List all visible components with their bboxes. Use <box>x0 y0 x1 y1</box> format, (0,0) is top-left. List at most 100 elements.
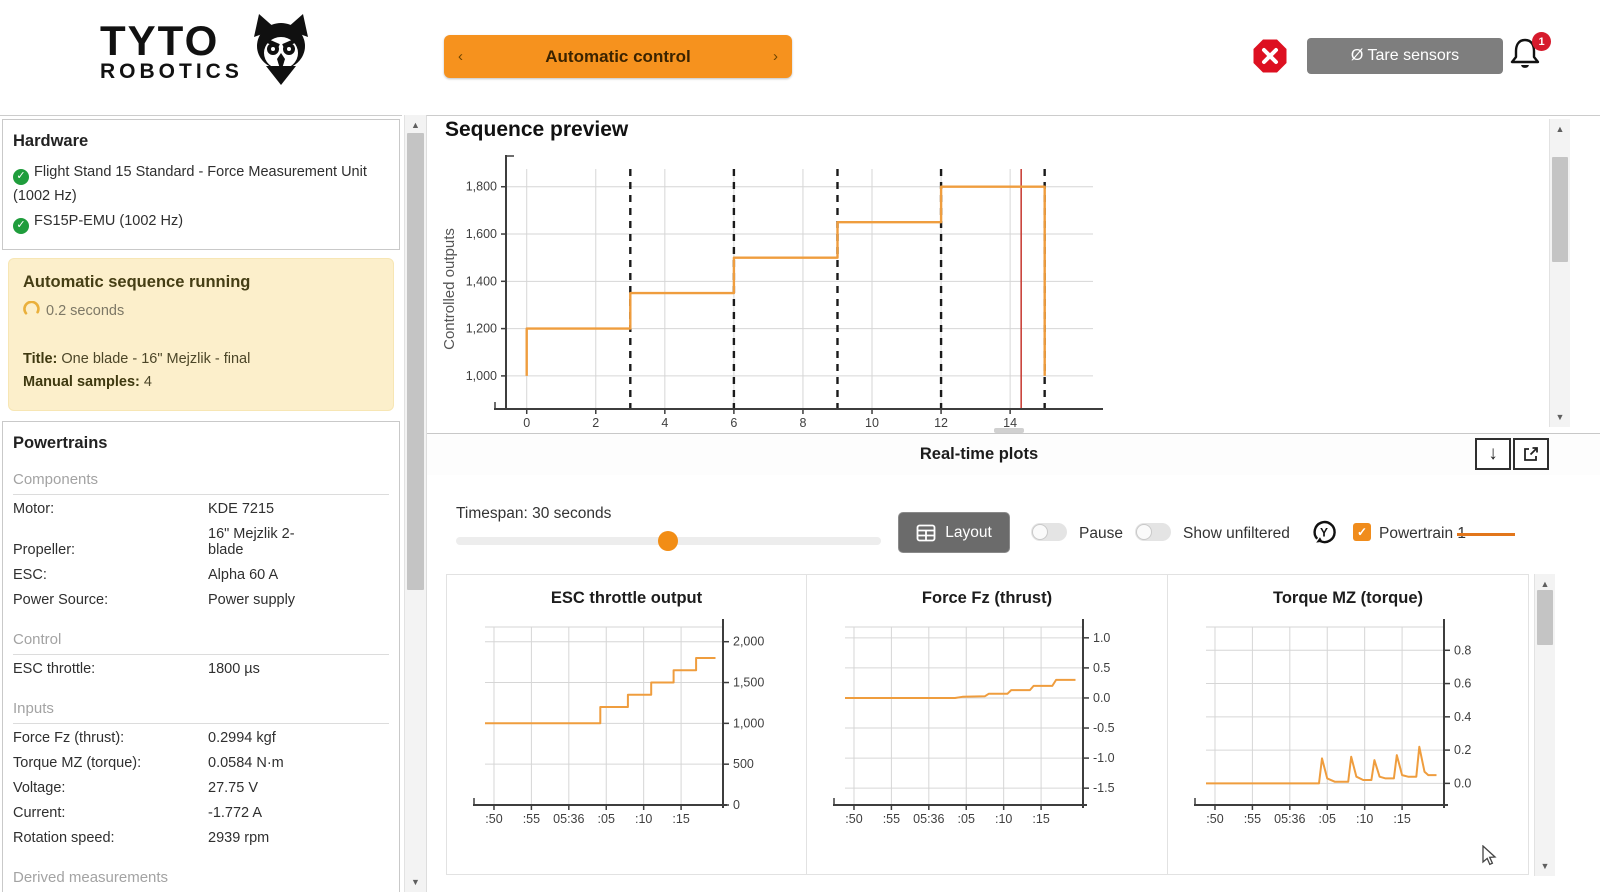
tare-sensors-button[interactable]: Ø Tare sensors <box>1307 38 1503 74</box>
measurement-value: 1800 µs <box>208 661 328 677</box>
svg-text:12: 12 <box>934 416 948 430</box>
scroll-down-arrow[interactable]: ▼ <box>1535 859 1555 873</box>
toggle-knob <box>1032 524 1048 540</box>
svg-text:0.0: 0.0 <box>1454 776 1471 790</box>
svg-text:1,800: 1,800 <box>466 180 497 194</box>
measurement-label: Force Fz (thrust): <box>13 730 208 746</box>
hardware-panel: Hardware ✓Flight Stand 15 Standard - For… <box>2 119 400 250</box>
powertrains-title: Powertrains <box>13 434 389 453</box>
measurement-row: Torque MZ (torque):0.0584 N·m <box>13 751 389 776</box>
svg-text:Controlled outputs: Controlled outputs <box>441 228 458 350</box>
next-mode-chevron[interactable]: › <box>773 48 778 65</box>
measurement-value: 16" Mejzlik 2-blade <box>208 526 328 558</box>
measurement-label: Current: <box>13 805 208 821</box>
svg-text::15: :15 <box>1393 812 1410 826</box>
scroll-down-arrow[interactable]: ▼ <box>405 875 426 889</box>
measurement-label: ESC: <box>13 567 208 583</box>
app-window: TYTO ROBOTICS <box>0 0 1600 892</box>
measurement-row: ESC throttle:1800 µs <box>13 657 389 682</box>
torque-mz-chart: :50:5505:36:05:10:150.80.60.40.20.0 <box>1172 617 1524 869</box>
subsection-heading: Derived measurements <box>13 869 389 892</box>
chart-title: ESC throttle output <box>447 589 806 608</box>
svg-text:8: 8 <box>799 416 806 430</box>
svg-text:0.4: 0.4 <box>1454 710 1471 724</box>
hardware-item: ✓Flight Stand 15 Standard - Force Measur… <box>13 161 389 207</box>
layout-button[interactable]: Layout <box>898 512 1010 553</box>
logo-line1: TYTO <box>100 21 243 61</box>
mode-selector-button[interactable]: ‹ Automatic control › <box>444 35 792 78</box>
realtime-plots-title: Real-time plots <box>427 434 1531 475</box>
svg-text:1,200: 1,200 <box>466 322 497 336</box>
scrollbar-thumb[interactable] <box>1537 590 1553 645</box>
svg-text:500: 500 <box>733 757 754 771</box>
manual-samples-value: 4 <box>144 374 152 390</box>
logo: TYTO ROBOTICS <box>100 12 313 91</box>
plots-scrollbar[interactable]: ▲ ▼ <box>1534 574 1555 876</box>
sequence-scrollbar[interactable]: ▲ ▼ <box>1549 119 1570 427</box>
layout-button-label: Layout <box>945 524 992 542</box>
measurement-row: Power Source:Power supply <box>13 588 389 613</box>
open-external-button[interactable] <box>1513 438 1549 470</box>
svg-text:-0.5: -0.5 <box>1093 721 1115 735</box>
svg-text:05:36: 05:36 <box>913 812 944 826</box>
scrollbar-thumb[interactable] <box>1552 157 1568 262</box>
timespan-slider[interactable] <box>456 537 881 545</box>
powertrain-checkbox[interactable]: ✓ <box>1353 523 1371 541</box>
show-unfiltered-toggle[interactable] <box>1135 523 1171 541</box>
scroll-up-arrow[interactable]: ▲ <box>1535 577 1555 591</box>
measurement-label: Power Source: <box>13 592 208 608</box>
y-axis-cycle-icon[interactable]: Y <box>1309 517 1339 552</box>
download-button[interactable]: ↓ <box>1475 438 1511 470</box>
notifications-bell[interactable]: 1 <box>1508 32 1552 78</box>
realtime-controls: Timespan: 30 seconds Layout Pause Show u… <box>427 475 1600 574</box>
measurement-value: Power supply <box>208 592 328 608</box>
svg-text:1,600: 1,600 <box>466 227 497 241</box>
svg-text::55: :55 <box>1244 812 1261 826</box>
sidebar-scrollbar[interactable]: ▲ ▼ <box>404 115 426 892</box>
svg-text:0.6: 0.6 <box>1454 677 1471 691</box>
scroll-up-arrow[interactable]: ▲ <box>405 118 426 132</box>
check-icon: ✓ <box>13 169 29 185</box>
svg-text:0.5: 0.5 <box>1093 661 1110 675</box>
svg-text:0: 0 <box>733 798 740 812</box>
svg-text:05:36: 05:36 <box>1274 812 1305 826</box>
header: TYTO ROBOTICS <box>0 0 1600 115</box>
measurement-label: ESC throttle: <box>13 661 208 677</box>
scroll-up-arrow[interactable]: ▲ <box>1550 122 1570 136</box>
timespan-label: Timespan: 30 seconds <box>456 505 611 523</box>
scrollbar-thumb[interactable] <box>407 133 424 590</box>
sequence-status-title: Automatic sequence running <box>23 273 379 292</box>
svg-text::05: :05 <box>1319 812 1336 826</box>
emergency-stop-button[interactable] <box>1252 38 1288 74</box>
hardware-item-label: FS15P-EMU (1002 Hz) <box>34 213 183 229</box>
svg-text::15: :15 <box>672 812 689 826</box>
force-fz-panel: Force Fz (thrust) :50:5505:36:05:10:151.… <box>806 574 1168 875</box>
svg-text:1.0: 1.0 <box>1093 631 1110 645</box>
svg-text:4: 4 <box>661 416 668 430</box>
measurement-row: Force Fz (thrust):0.2994 kgf <box>13 726 389 751</box>
measurement-row: Propeller:16" Mejzlik 2-blade <box>13 522 389 563</box>
measurement-row: Rotation speed:2939 rpm <box>13 826 389 851</box>
sequence-preview-title: Sequence preview <box>445 118 628 142</box>
svg-text::15: :15 <box>1032 812 1049 826</box>
download-icon: ↓ <box>1488 443 1498 465</box>
svg-text:0.2: 0.2 <box>1454 743 1471 757</box>
svg-text::10: :10 <box>995 812 1012 826</box>
subsection-heading: Components <box>13 471 389 495</box>
sequence-status-panel: Automatic sequence running 0.2 seconds T… <box>8 258 394 411</box>
hardware-title: Hardware <box>13 132 389 151</box>
svg-text::55: :55 <box>523 812 540 826</box>
svg-text::55: :55 <box>883 812 900 826</box>
measurement-row: Current:-1.772 A <box>13 801 389 826</box>
scroll-down-arrow[interactable]: ▼ <box>1550 410 1570 424</box>
svg-text::10: :10 <box>635 812 652 826</box>
pause-label: Pause <box>1079 525 1123 543</box>
prev-mode-chevron[interactable]: ‹ <box>458 48 463 65</box>
slider-thumb[interactable] <box>658 531 678 551</box>
svg-text::50: :50 <box>485 812 502 826</box>
svg-text:1,000: 1,000 <box>466 369 497 383</box>
pause-toggle[interactable] <box>1031 523 1067 541</box>
svg-text:1,500: 1,500 <box>733 676 764 690</box>
svg-text:05:36: 05:36 <box>553 812 584 826</box>
svg-text:-1.5: -1.5 <box>1093 781 1115 795</box>
